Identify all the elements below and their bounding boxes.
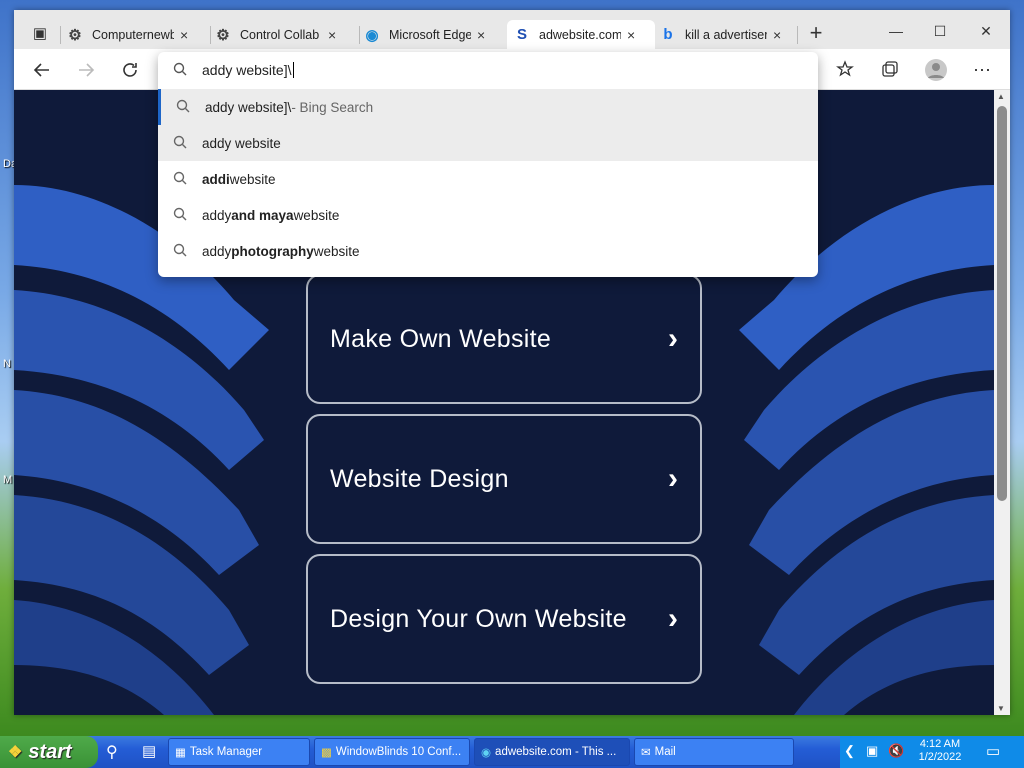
search-icon bbox=[158, 243, 202, 260]
windows-logo-icon: ❖ bbox=[8, 744, 23, 761]
suggestion-item[interactable]: addy website]\ - Bing Search bbox=[158, 89, 818, 125]
tray-expand-icon[interactable]: ❮ bbox=[844, 743, 855, 759]
scroll-thumb[interactable] bbox=[997, 106, 1007, 501]
close-tab-icon[interactable]: × bbox=[477, 27, 485, 43]
notifications-icon[interactable]: ▭ bbox=[986, 742, 1000, 760]
close-tab-icon[interactable]: × bbox=[180, 27, 188, 43]
network-icon[interactable]: ▣ bbox=[866, 743, 878, 759]
design-your-own-website-button[interactable]: Design Your Own Website › bbox=[306, 554, 702, 684]
search-icon bbox=[158, 62, 202, 79]
maximize-button[interactable]: ☐ bbox=[926, 18, 954, 44]
collections-button[interactable] bbox=[876, 57, 904, 83]
make-own-website-button[interactable]: Make Own Website › bbox=[306, 274, 702, 404]
settings-more-button[interactable]: ⋯ bbox=[968, 57, 996, 83]
close-tab-icon[interactable]: × bbox=[328, 27, 336, 43]
website-design-button[interactable]: Website Design › bbox=[306, 414, 702, 544]
suggestion-item[interactable]: addi website bbox=[158, 161, 818, 197]
desktop-icon-label[interactable]: N bbox=[3, 358, 11, 370]
back-button[interactable] bbox=[28, 57, 56, 83]
tab-computernewb[interactable]: ⚙ Computernewb × bbox=[66, 20, 208, 49]
start-button[interactable]: ❖ start bbox=[0, 736, 98, 768]
profile-button[interactable] bbox=[922, 57, 950, 83]
forward-arrow-icon bbox=[79, 63, 95, 77]
address-input[interactable]: addy website]\ bbox=[202, 62, 292, 78]
tab-actions-icon[interactable]: ▣ bbox=[26, 20, 54, 46]
button-label: Website Design bbox=[330, 464, 509, 493]
task-view-icon[interactable]: ▤ bbox=[142, 742, 156, 760]
profile-avatar-icon bbox=[925, 59, 947, 81]
close-tab-icon[interactable]: × bbox=[627, 27, 635, 43]
text-cursor bbox=[292, 62, 294, 78]
desktop-icon-label[interactable]: M bbox=[3, 474, 12, 486]
system-tray: ❮ ▣ 🔇 4:12 AM 1/2/2022 ▭ bbox=[840, 736, 1024, 768]
task-manager-icon: ▦ bbox=[175, 747, 186, 759]
tab-adwebsite[interactable]: S adwebsite.com × bbox=[507, 20, 655, 49]
windowblinds-icon: ▩ bbox=[321, 747, 332, 759]
tab-bar: ▣ ⚙ Computernewb × ⚙ Control Collab × ◉ … bbox=[14, 10, 1010, 49]
edge-favicon-icon: ◉ bbox=[365, 26, 379, 44]
close-tab-icon[interactable]: × bbox=[773, 27, 781, 43]
collections-icon bbox=[882, 61, 898, 77]
forward-button[interactable] bbox=[72, 57, 100, 83]
tab-kill-advertiser[interactable]: b kill a advertiser × bbox=[659, 20, 801, 49]
favorites-star-icon bbox=[836, 60, 854, 77]
volume-muted-icon[interactable]: 🔇 bbox=[888, 743, 904, 759]
taskbar-item-task-manager[interactable]: ▦ Task Manager bbox=[168, 738, 310, 766]
button-label: Make Own Website bbox=[330, 324, 552, 353]
chevron-right-icon: › bbox=[668, 602, 678, 635]
page-scrollbar[interactable]: ▲ ▼ bbox=[994, 90, 1010, 715]
suggestion-item[interactable]: addy and maya website bbox=[158, 197, 818, 233]
back-arrow-icon bbox=[33, 63, 49, 77]
mail-icon: ✉ bbox=[641, 747, 651, 759]
suggestion-item[interactable]: addy website bbox=[158, 125, 818, 161]
address-bar-dropdown: addy website]\ addy website]\ - Bing Sea… bbox=[158, 52, 818, 277]
taskbar-item-windowblinds[interactable]: ▩ WindowBlinds 10 Conf... bbox=[314, 738, 470, 766]
taskbar-item-edge[interactable]: ◉ adwebsite.com - This ... bbox=[474, 738, 630, 766]
suggestion-item[interactable]: addy photography website bbox=[158, 233, 818, 269]
chevron-right-icon: › bbox=[668, 322, 678, 355]
button-label: Design Your Own Website bbox=[330, 604, 627, 633]
computernewb-favicon-icon: ⚙ bbox=[68, 26, 82, 44]
close-window-button[interactable]: ✕ bbox=[972, 18, 1000, 44]
bing-favicon-icon: b bbox=[663, 26, 673, 43]
scroll-up-icon[interactable]: ▲ bbox=[997, 92, 1005, 101]
new-tab-button[interactable]: + bbox=[802, 20, 830, 46]
search-icon bbox=[158, 171, 202, 188]
tab-control-collab[interactable]: ⚙ Control Collab × bbox=[214, 20, 356, 49]
scroll-down-icon[interactable]: ▼ bbox=[997, 704, 1005, 713]
favorites-button[interactable] bbox=[832, 57, 860, 83]
address-input-row[interactable]: addy website]\ bbox=[158, 52, 818, 88]
search-icon[interactable]: ⚲ bbox=[106, 742, 118, 762]
refresh-button[interactable] bbox=[116, 57, 144, 83]
taskbar-item-mail[interactable]: ✉ Mail bbox=[634, 738, 794, 766]
tab-microsoft-edge[interactable]: ◉ Microsoft Edge × bbox=[363, 20, 505, 49]
adwebsite-favicon-icon: S bbox=[516, 26, 527, 43]
edge-icon: ◉ bbox=[481, 747, 492, 759]
collab-favicon-icon: ⚙ bbox=[216, 26, 230, 44]
search-icon bbox=[158, 207, 202, 224]
search-icon bbox=[161, 99, 205, 116]
clock[interactable]: 4:12 AM 1/2/2022 bbox=[912, 738, 968, 764]
refresh-icon bbox=[123, 63, 137, 77]
chevron-right-icon: › bbox=[668, 462, 678, 495]
taskbar: ❖ start ⚲ ▤ ▦ Task Manager ▩ WindowBlinds … bbox=[0, 736, 1024, 768]
minimize-button[interactable]: — bbox=[882, 18, 910, 44]
search-icon bbox=[158, 135, 202, 152]
